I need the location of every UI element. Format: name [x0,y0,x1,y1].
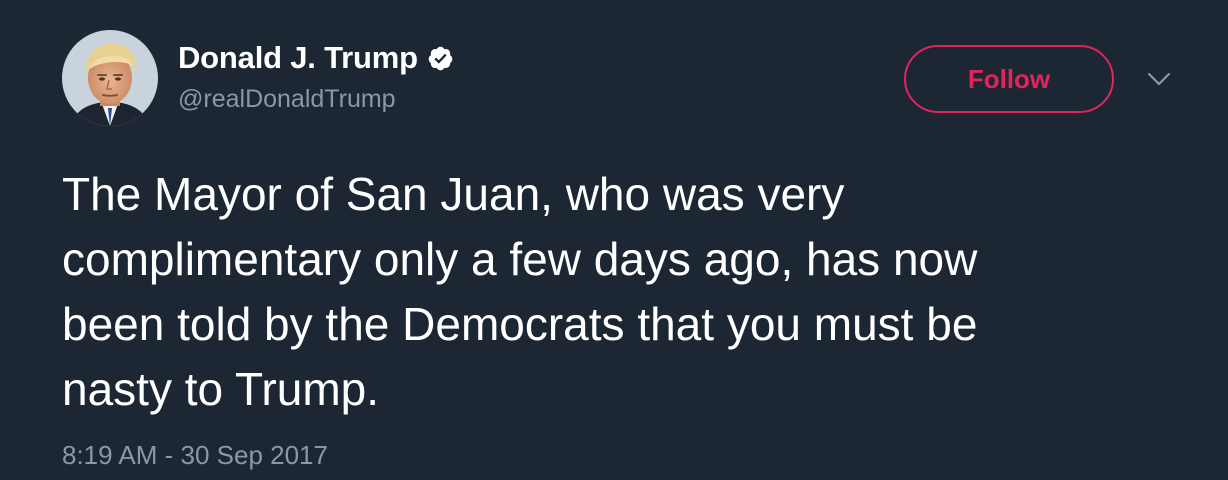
author-display-name[interactable]: Donald J. Trump [178,40,418,76]
tweet-timestamp[interactable]: 8:19 AM - 30 Sep 2017 [62,440,328,471]
author-handle[interactable]: @realDonaldTrump [178,85,396,114]
chevron-down-icon[interactable] [1146,66,1172,92]
avatar[interactable] [62,30,158,126]
follow-button[interactable]: Follow [904,45,1114,113]
avatar-image [62,30,158,126]
verified-badge-icon [427,45,454,72]
tweet-card: Donald J. Trump @realDonaldTrump Follow … [0,0,1228,480]
tweet-text: The Mayor of San Juan, who was very comp… [62,168,978,415]
author-name-row: Donald J. Trump [178,40,454,76]
